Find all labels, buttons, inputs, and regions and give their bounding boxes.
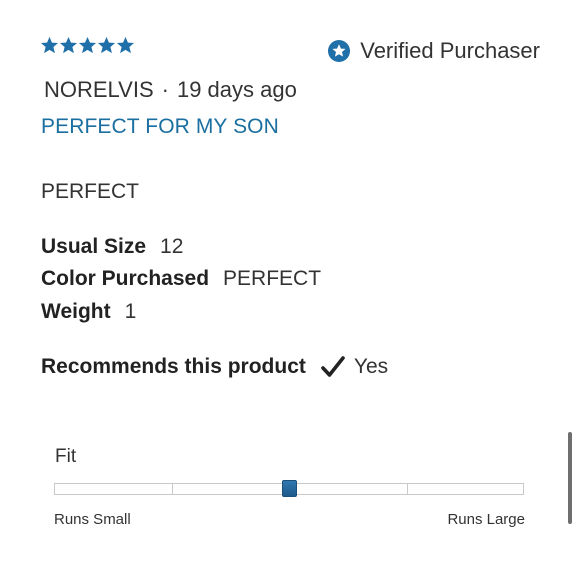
- recommends-label: Recommends this product: [41, 355, 306, 378]
- attribute-value: 12: [160, 235, 184, 258]
- attribute-key: Color Purchased: [41, 267, 210, 290]
- verified-purchaser-badge: Verified Purchaser: [328, 38, 540, 64]
- review-card: Verified Purchaser NORELVIS · 19 days ago …: [0, 0, 580, 580]
- star-icon: [116, 36, 135, 55]
- star-icon: [40, 36, 59, 55]
- fit-label: Fit: [55, 446, 77, 467]
- reviewer-name: NORELVIS: [44, 77, 154, 102]
- review-meta: NORELVIS · 19 days ago: [44, 77, 297, 103]
- star-badge-icon: [328, 40, 351, 62]
- review-body: PERFECT: [41, 180, 140, 203]
- review-date: 19 days ago: [176, 77, 297, 102]
- attribute-key: Usual Size: [41, 235, 147, 258]
- meta-separator: ·: [161, 77, 169, 102]
- fit-scale-divider: [55, 484, 408, 494]
- attribute-key: Weight: [41, 300, 111, 323]
- attribute-value: PERFECT: [223, 267, 322, 290]
- fit-low-label: Runs Small: [54, 511, 131, 528]
- recommends-value: Yes: [353, 355, 389, 378]
- star-icon: [97, 36, 116, 55]
- star-icon: [59, 36, 78, 55]
- fit-scale-marker: [281, 480, 297, 497]
- recommends-row: Recommends this product Yes: [41, 354, 388, 380]
- attribute-usual-size: Usual Size 12: [41, 235, 183, 259]
- verified-label: Verified Purchaser: [360, 38, 540, 63]
- review-headline: PERFECT FOR MY SON: [41, 115, 279, 138]
- scrollbar[interactable]: [568, 432, 572, 524]
- checkmark-icon: [320, 354, 346, 380]
- attribute-color-purchased: Color Purchased PERFECT: [41, 267, 321, 291]
- attribute-weight: Weight 1: [41, 300, 136, 324]
- rating-stars: [40, 36, 135, 55]
- fit-high-label: Runs Large: [447, 511, 525, 528]
- star-icon: [78, 36, 97, 55]
- attribute-value: 1: [124, 300, 137, 323]
